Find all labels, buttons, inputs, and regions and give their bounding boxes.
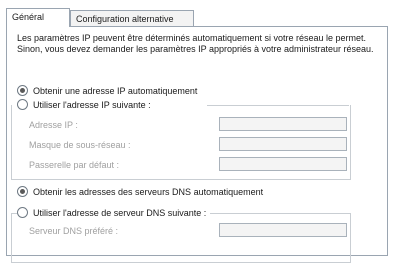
tab-alternate-configuration-label: Configuration alternative	[76, 14, 174, 24]
subnet-mask-label: Masque de sous-réseau :	[29, 140, 131, 150]
ip-auto-label: Obtenir une adresse IP automatiquement	[33, 86, 198, 96]
dns-manual-radio[interactable]	[17, 207, 28, 218]
ip-auto-radio[interactable]	[17, 85, 28, 96]
general-tab-panel: Les paramètres IP peuvent être déterminé…	[6, 26, 388, 263]
default-gateway-label: Passerelle par défaut :	[29, 160, 120, 170]
ip-manual-label: Utiliser l'adresse IP suivante :	[33, 100, 151, 110]
dns-manual-label: Utiliser l'adresse de serveur DNS suivan…	[33, 208, 207, 218]
ip-properties-dialog: Général Configuration alternative Les pa…	[6, 0, 396, 263]
ip-address-field[interactable]	[219, 117, 347, 131]
preferred-dns-label: Serveur DNS préféré :	[29, 226, 119, 236]
ip-manual-radio-option[interactable]: Utiliser l'adresse IP suivante :	[17, 98, 155, 112]
ip-address-label: Adresse IP :	[29, 120, 78, 130]
tab-general-label: Général	[12, 12, 45, 22]
dns-manual-group	[11, 213, 351, 263]
ip-auto-radio-option[interactable]: Obtenir une adresse IP automatiquement	[17, 84, 197, 98]
default-gateway-field[interactable]	[219, 157, 347, 171]
preferred-dns-field[interactable]	[219, 223, 347, 237]
tab-alternate-configuration[interactable]: Configuration alternative	[70, 10, 194, 26]
dns-auto-radio-option[interactable]: Obtenir les adresses des serveurs DNS au…	[17, 185, 263, 199]
dns-manual-radio-option[interactable]: Utiliser l'adresse de serveur DNS suivan…	[17, 206, 211, 220]
subnet-mask-field[interactable]	[219, 137, 347, 151]
ip-manual-radio[interactable]	[17, 99, 28, 110]
tab-general[interactable]: Général	[6, 8, 70, 27]
dns-auto-label: Obtenir les adresses des serveurs DNS au…	[33, 187, 264, 197]
dns-auto-radio[interactable]	[17, 186, 28, 197]
description-text: Les paramètres IP peuvent être déterminé…	[17, 33, 374, 54]
